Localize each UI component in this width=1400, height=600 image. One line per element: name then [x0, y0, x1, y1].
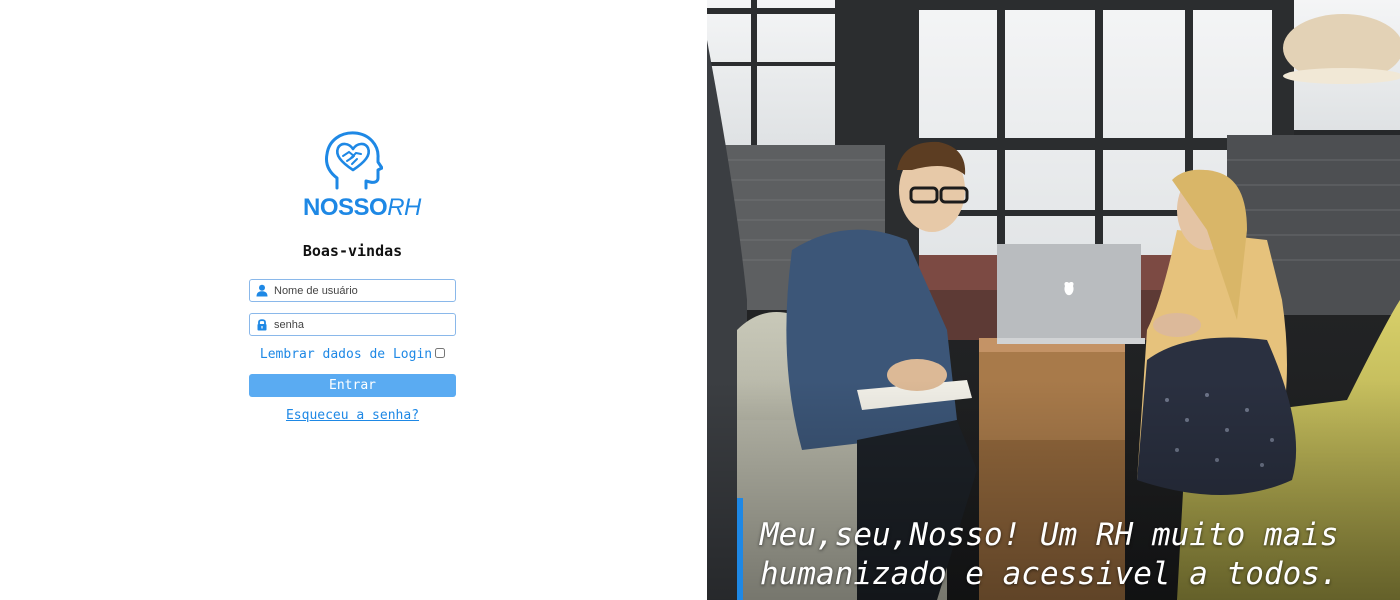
login-panel: NOSSORH Boas-vindas Lembrar dados de Log…: [0, 0, 707, 600]
hero-slogan: Meu,seu,Nosso! Um RH muito mais humaniza…: [760, 516, 1390, 594]
remember-login-checkbox[interactable]: [435, 348, 446, 358]
hero-slogan-line2: humanizado e acessivel a todos.: [760, 556, 1339, 592]
hero-panel: Meu,seu,Nosso! Um RH muito mais humaniza…: [707, 0, 1400, 600]
brand-name-bold: NOSSO: [303, 194, 388, 221]
user-icon: [256, 284, 268, 297]
username-input[interactable]: [274, 280, 452, 301]
password-field[interactable]: [249, 313, 456, 336]
username-field[interactable]: [249, 279, 456, 302]
hero-photo: [707, 0, 1400, 600]
slogan-accent-bar: [737, 498, 743, 600]
password-input[interactable]: [274, 314, 452, 335]
hero-slogan-line1: Meu,seu,Nosso! Um RH muito mais: [760, 517, 1339, 553]
remember-login-label: Lembrar dados de Login: [259, 347, 433, 362]
lock-icon: [257, 319, 267, 331]
brand-wordmark: NOSSORH: [303, 194, 421, 222]
welcome-heading: Boas-vindas: [302, 242, 403, 260]
brand-name-italic: RH: [387, 194, 421, 221]
remember-login[interactable]: Lembrar dados de Login: [249, 347, 456, 362]
brand-logo: NOSSORH: [303, 130, 421, 222]
forgot-password-link[interactable]: Esqueceu a senha?: [249, 408, 456, 423]
head-heart-logo-icon: [325, 131, 383, 190]
login-button[interactable]: Entrar: [249, 374, 456, 397]
